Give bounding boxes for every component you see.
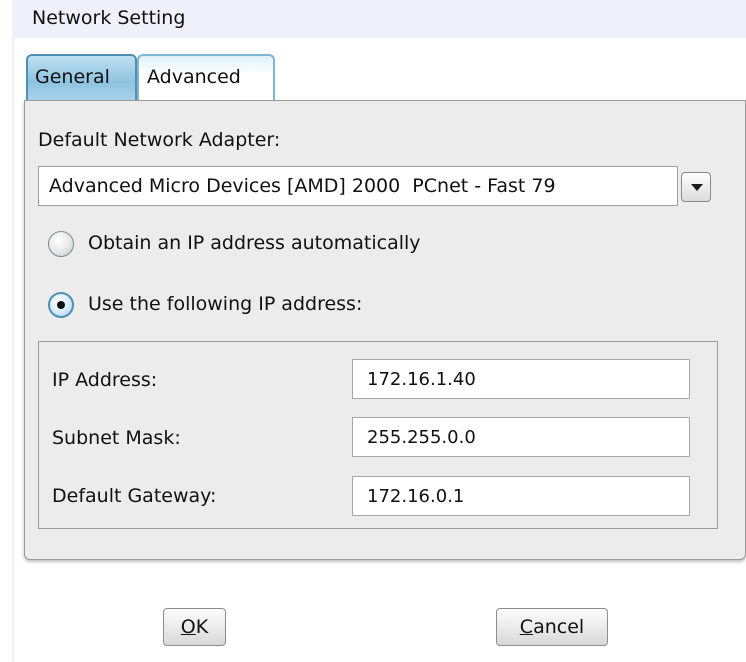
tab-general[interactable]: General [26,54,137,100]
ip-address-label: IP Address: [52,369,158,391]
chevron-down-icon [691,184,703,191]
adapter-dropdown-button[interactable] [681,172,711,202]
window-title: Network Setting [32,7,186,29]
ip-address-field[interactable]: 172.16.1.40 [352,359,690,399]
title-bar: Network Setting [12,0,746,38]
radio-use-following[interactable] [48,292,74,318]
adapter-label: Default Network Adapter: [38,129,281,151]
window-edge [12,38,14,662]
tab-advanced-label: Advanced [147,66,241,88]
subnet-mask-label: Subnet Mask: [52,427,181,449]
ok-button[interactable]: OK [163,608,226,646]
cancel-button-label: Cancel [519,616,585,638]
radio-obtain-auto[interactable] [48,231,74,257]
radio-use-following-label[interactable]: Use the following IP address: [88,293,362,315]
default-gateway-label: Default Gateway: [52,485,217,507]
tab-advanced[interactable]: Advanced [137,54,275,100]
tab-general-label: General [35,66,110,88]
subnet-mask-field[interactable]: 255.255.0.0 [352,417,690,457]
radio-selected-dot [57,301,65,309]
radio-obtain-auto-label[interactable]: Obtain an IP address automatically [88,232,421,254]
cancel-button[interactable]: Cancel [496,608,608,646]
adapter-select[interactable]: Advanced Micro Devices [AMD] 2000 PCnet … [38,166,678,206]
default-gateway-field[interactable]: 172.16.0.1 [352,476,690,516]
ok-button-label: OK [180,616,209,638]
